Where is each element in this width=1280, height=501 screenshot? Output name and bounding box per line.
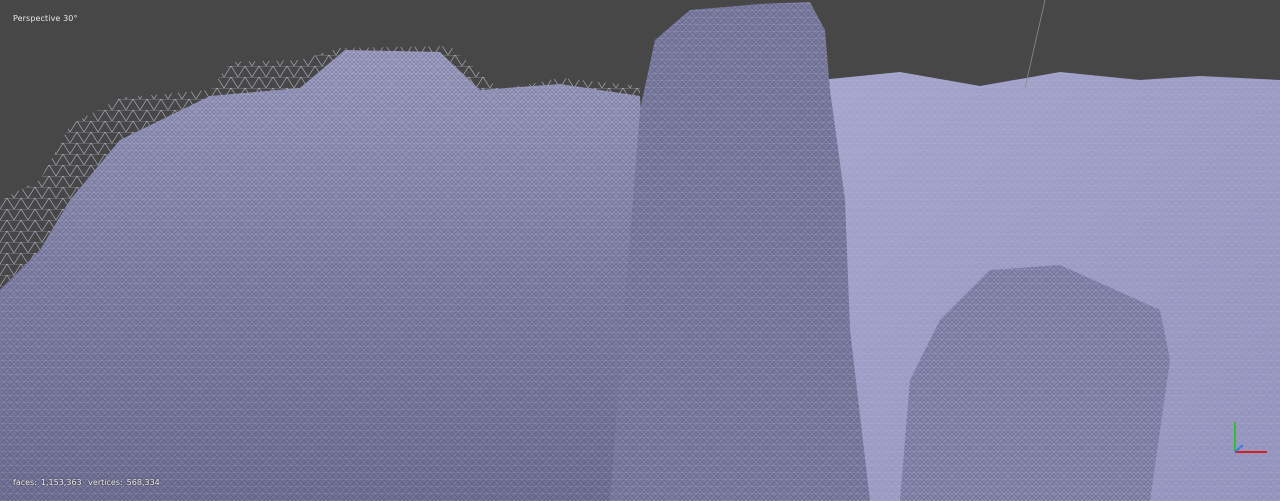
mesh-render[interactable] [0,0,1280,501]
vertices-label: vertices: [88,478,123,487]
faces-label: faces: [13,478,37,487]
axis-y-line [1234,444,1244,453]
3d-viewport[interactable]: Perspective 30° faces: 1,153,363 vertices… [0,0,1280,501]
vertices-value: 568,334 [126,478,160,487]
axis-gizmo [1234,422,1267,453]
faces-value: 1,153,363 [40,478,82,487]
projection-label: Perspective 30° [13,14,78,23]
mesh-stats: faces: 1,153,363 vertices: 568,334 [13,478,164,487]
